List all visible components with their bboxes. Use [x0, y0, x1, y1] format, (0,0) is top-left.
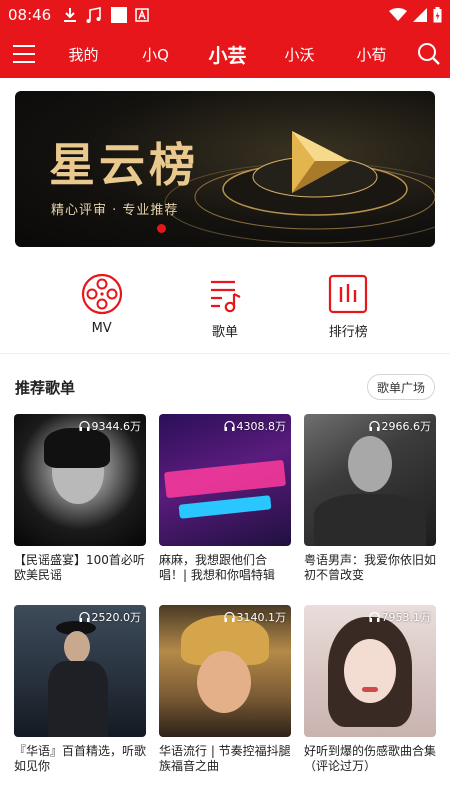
play-count: 2966.6万	[368, 418, 432, 434]
play-count-value: 2966.6万	[381, 420, 432, 433]
music-icon	[86, 7, 102, 23]
signal-icon	[413, 8, 427, 22]
tab-xiao-q[interactable]: 小Q	[120, 44, 192, 65]
section-title: 推荐歌单	[15, 379, 76, 397]
playlist-cover: 2520.0万	[14, 605, 146, 737]
headphones-icon	[223, 612, 235, 622]
status-icons-left	[63, 6, 149, 24]
download-icon	[64, 8, 77, 22]
play-count-value: 9344.6万	[91, 420, 142, 433]
top-nav: 我的 小Q 小芸 小沃 小荀	[0, 30, 450, 78]
status-icons-right	[389, 7, 442, 23]
play-count-value: 2520.0万	[91, 611, 142, 624]
playlist-title: 华语流行 | 节奏控福抖腿族福音之曲	[159, 744, 291, 773]
quick-chart-label: 排行榜	[328, 325, 368, 340]
playlist-card[interactable]: 2520.0万 『华语』百首精选，听歌如见你	[14, 605, 146, 782]
quick-playlist[interactable]: 歌单	[185, 272, 265, 342]
battery-icon	[433, 7, 442, 23]
headphones-icon	[368, 612, 380, 622]
play-count-value: 3140.1万	[236, 611, 287, 624]
carousel-indicator-dot	[157, 224, 166, 233]
playlist-cover: 4308.8万	[159, 414, 291, 546]
nav-tabs: 我的 小Q 小芸 小沃 小荀	[48, 41, 408, 68]
hamburger-menu-icon	[12, 45, 35, 63]
play-count: 2520.0万	[78, 609, 142, 625]
play-count-value: 7953.1万	[381, 611, 432, 624]
playlist-cover: 9344.6万	[14, 414, 146, 546]
playlist-title: 好听到爆的伤感歌曲合集（评论过万）	[304, 744, 436, 773]
search-button[interactable]	[408, 30, 450, 78]
playlist-grid: 9344.6万 【民谣盛宴】100首必听欧美民谣 4308.8万 麻麻，我想跟他…	[14, 414, 436, 782]
a-icon	[135, 8, 149, 22]
quick-entries: MV 歌单 排行榜	[0, 272, 450, 342]
play-count-value: 4308.8万	[236, 420, 287, 433]
banner-subtitle: 精心评审 · 专业推荐	[51, 203, 179, 218]
wifi-icon	[389, 8, 407, 21]
tab-xiao-wo[interactable]: 小沃	[264, 44, 336, 65]
playlist-card[interactable]: 9344.6万 【民谣盛宴】100首必听欧美民谣	[14, 414, 146, 591]
playlist-plaza-button[interactable]: 歌单广场	[366, 374, 435, 400]
playlist-cover: 3140.1万	[159, 605, 291, 737]
tab-xiao-yun[interactable]: 小芸	[192, 41, 264, 68]
tab-xiao-xun[interactable]: 小荀	[336, 44, 408, 65]
quick-chart[interactable]: 排行榜	[308, 272, 388, 342]
playlist-title: 粤语男声：我爱你依旧如初不曾改变	[304, 553, 436, 582]
section-divider	[0, 353, 450, 354]
search-icon	[417, 43, 440, 65]
playlist-title: 『华语』百首精选，听歌如见你	[14, 744, 146, 773]
tab-mine[interactable]: 我的	[48, 44, 120, 65]
playlist-title: 麻麻，我想跟他们合唱！| 我想和你唱特辑	[159, 553, 275, 582]
status-time: 08:46	[8, 6, 52, 24]
playlist-icon	[203, 272, 247, 316]
quick-playlist-label: 歌单	[211, 325, 238, 340]
headphones-icon	[223, 421, 235, 431]
film-reel-icon	[80, 272, 124, 316]
play-count: 9344.6万	[78, 418, 142, 434]
banner-title: 星云榜	[49, 138, 199, 192]
menu-button[interactable]	[0, 30, 48, 78]
play-count: 4308.8万	[223, 418, 287, 434]
playlist-card[interactable]: 7953.1万 好听到爆的伤感歌曲合集（评论过万）	[304, 605, 436, 782]
playlist-cover: 2966.6万	[304, 414, 436, 546]
headphones-icon	[78, 612, 90, 622]
status-bar: 08:46	[0, 0, 450, 30]
playlist-title: 【民谣盛宴】100首必听欧美民谣	[14, 553, 145, 582]
white-square-icon	[111, 7, 128, 23]
headphones-icon	[368, 421, 380, 431]
play-count: 7953.1万	[368, 609, 432, 625]
playlist-cover: 7953.1万	[304, 605, 436, 737]
banner-carousel[interactable]: 星云榜 精心评审 · 专业推荐	[15, 91, 435, 247]
headphones-icon	[78, 421, 90, 431]
bar-chart-icon	[326, 272, 370, 316]
play-count: 3140.1万	[223, 609, 287, 625]
playlist-card[interactable]: 2966.6万 粤语男声：我爱你依旧如初不曾改变	[304, 414, 436, 591]
quick-mv-label: MV	[91, 321, 112, 336]
quick-mv[interactable]: MV	[62, 272, 142, 342]
playlist-card[interactable]: 3140.1万 华语流行 | 节奏控福抖腿族福音之曲	[159, 605, 291, 782]
playlist-card[interactable]: 4308.8万 麻麻，我想跟他们合唱！| 我想和你唱特辑	[159, 414, 291, 591]
